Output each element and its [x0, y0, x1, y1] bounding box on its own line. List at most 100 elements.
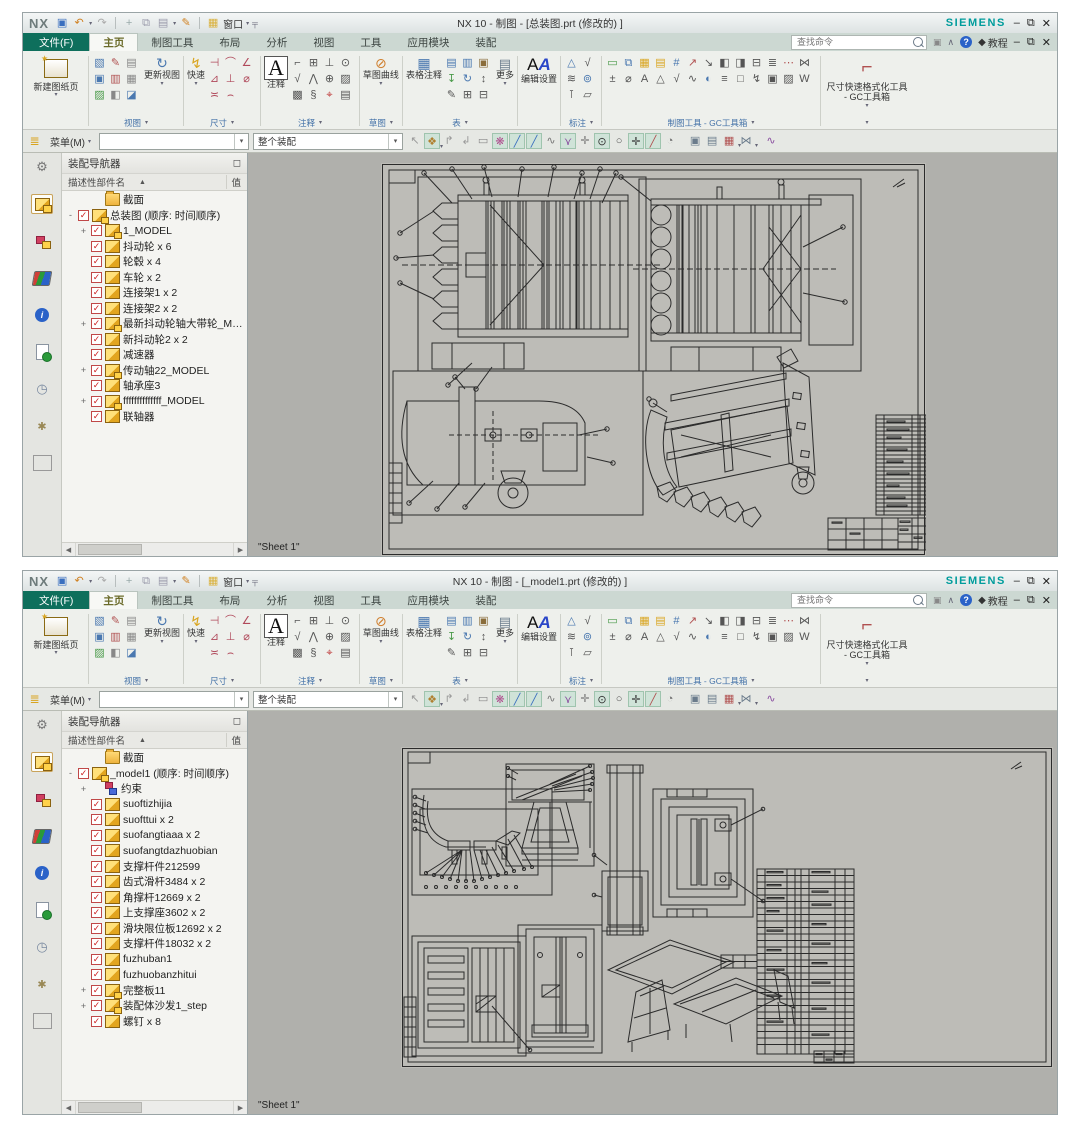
update-views-button[interactable]: ↻ 更新视图 ▾ [144, 611, 180, 645]
doc-restore-button[interactable]: ⧉ [1027, 36, 1035, 49]
graphics-window[interactable]: "Sheet 1" [248, 153, 1057, 556]
target-point-icon[interactable]: ⊕ [322, 72, 337, 87]
ribbon-tab[interactable]: 应用模块 [394, 33, 462, 51]
window-split-icon[interactable]: ⊟ [749, 614, 764, 629]
selection-filter-combo[interactable]: ▾ [99, 690, 250, 708]
angle-gc-icon[interactable]: △ [653, 630, 668, 645]
tree-checkbox[interactable]: ✓ [91, 891, 102, 903]
cell-settings-icon[interactable]: ▣ [476, 56, 491, 71]
parts-list-gc-icon[interactable]: ▤ [653, 614, 668, 629]
bom-export-icon[interactable]: ↘ [701, 56, 716, 71]
undo-icon[interactable]: ↶ [72, 17, 86, 29]
part-navigator-icon[interactable] [31, 826, 53, 846]
drawing-sheet[interactable] [381, 163, 926, 556]
tree-row[interactable]: + ✓ 最新抖动轮轴大带轮_MOD... [62, 316, 247, 333]
hole-dimension-icon[interactable]: ⌀ [239, 72, 254, 87]
restore-button[interactable]: ⧉ [1027, 17, 1035, 30]
snap-settings-icon[interactable]: ❖ [424, 691, 443, 713]
tree-row[interactable]: ✓ suofangtdazhuobian [62, 843, 247, 859]
tolerance-icon[interactable]: ± [605, 630, 620, 645]
split-cells-icon[interactable]: ⊟ [476, 88, 491, 103]
move-back-icon[interactable]: ↲ [458, 691, 474, 707]
centerline-icon[interactable]: ⌖ [322, 646, 337, 661]
edit-text-icon[interactable]: ✎ [444, 646, 459, 661]
electric-symbol-icon[interactable]: ↯ [749, 630, 764, 645]
chamfer-dimension-icon[interactable]: ⊿ [207, 630, 222, 645]
replace-template-icon[interactable]: ⧉ [621, 56, 636, 71]
tree-row[interactable]: ✓ suoftizhijia [62, 797, 247, 813]
arc-length-dimension-icon[interactable]: ⌢ [223, 88, 238, 103]
datum-feature-icon[interactable]: ⊥ [322, 614, 337, 629]
ribbon-options-dropdown-icon[interactable]: ▾ [865, 119, 868, 126]
update-parts-list-icon[interactable]: ↻ [460, 72, 475, 87]
angular-dimension-icon[interactable]: ∠ [239, 56, 254, 71]
image-gc-icon[interactable]: ▣ [765, 630, 780, 645]
command-search[interactable] [790, 592, 927, 608]
tree-checkbox[interactable]: ✓ [91, 938, 102, 950]
tree-row[interactable]: + ✓ 1_MODEL [62, 223, 247, 240]
display-options-icon[interactable]: ▥ [108, 72, 123, 87]
undock-icon[interactable]: ◻ [233, 716, 241, 727]
redo-icon[interactable]: ↷ [95, 575, 109, 587]
note-button[interactable]: A 注释 [264, 53, 288, 90]
balloon-icon[interactable]: ⊙ [338, 56, 353, 71]
box-select-icon[interactable]: □ [733, 630, 748, 645]
view-boundary-icon[interactable]: ▣ [92, 630, 107, 645]
circle-snap-icon[interactable]: ○ [611, 133, 627, 149]
tree-row[interactable]: ✓ 角撑杆12669 x 2 [62, 890, 247, 906]
vertex-snap-icon[interactable]: ⋎ [560, 133, 577, 149]
angular-dimension-icon[interactable]: ∠ [239, 614, 254, 629]
area-fill-icon[interactable]: ▩ [290, 88, 305, 103]
title-block-icon[interactable]: ▦ [637, 614, 652, 629]
center-snap-icon[interactable]: ⊙ [594, 691, 611, 707]
weld-symbol-icon[interactable]: ⋀ [306, 72, 321, 87]
tree-checkbox[interactable]: ✓ [91, 364, 102, 376]
file-tab[interactable]: 文件(F) [23, 33, 90, 51]
roughness-gc-icon[interactable]: √ [669, 72, 684, 87]
roughness-gc-icon[interactable]: √ [669, 630, 684, 645]
plus-snap-icon[interactable]: ✛ [628, 133, 645, 149]
move-forward-icon[interactable]: ↱ [441, 691, 457, 707]
roles-icon[interactable]: ✱ [31, 416, 53, 436]
window-dropdown-icon[interactable]: ▾ [246, 20, 249, 27]
merge-cells-icon[interactable]: ⊞ [460, 646, 475, 661]
centerline-icon[interactable]: ⌖ [322, 88, 337, 103]
tree-checkbox[interactable]: ✓ [91, 256, 102, 268]
chamfer-dimension-icon[interactable]: ⊿ [207, 72, 222, 87]
tree-hscrollbar[interactable]: ◀ ▶ [62, 542, 247, 556]
undock-icon[interactable]: ◻ [233, 158, 241, 169]
image-note-icon[interactable]: ▤ [338, 646, 353, 661]
ribbon-tab[interactable]: 主页 [89, 591, 139, 609]
film-icon[interactable]: ▦ [124, 72, 139, 87]
snap-point-toggle-icon[interactable]: ❋ [492, 133, 509, 149]
tree-row[interactable]: - ✓ _model1 (顺序: 时间顺序) [62, 766, 247, 782]
part-navigator-icon[interactable] [31, 268, 53, 288]
tree-row[interactable]: ✓ 支撑杆件212599 [62, 859, 247, 875]
ribbon-tab[interactable]: 布局 [206, 33, 253, 51]
search-icon[interactable] [912, 595, 923, 605]
stamp-icon[interactable]: ▱ [580, 88, 595, 103]
fit-tolerance-icon[interactable]: ⌀ [621, 72, 636, 87]
hatch-gc-icon[interactable]: ▨ [781, 72, 796, 87]
save-icon[interactable]: ▣ [55, 575, 69, 587]
new-sheet-button[interactable]: 新建图纸页▾ [27, 53, 85, 99]
sphere-view-icon[interactable]: ◐ [701, 630, 716, 645]
sort-table-icon[interactable]: ↕ [476, 630, 491, 645]
clock-icon[interactable]: ◷ [31, 379, 53, 399]
command-search[interactable] [790, 34, 927, 50]
format-painter-icon[interactable]: ✎ [179, 17, 193, 29]
tree-row[interactable]: ✓ 截面 [62, 191, 247, 208]
tree-row[interactable]: ✓ 齿式滑杆3484 x 2 [62, 874, 247, 890]
gc-group-dropdown-icon[interactable]: ▾ [751, 677, 754, 684]
table-group-dropdown-icon[interactable]: ▾ [465, 677, 468, 684]
search-input[interactable] [794, 36, 913, 48]
window-dropdown-icon[interactable]: ▾ [246, 578, 249, 585]
hole-dimension-icon[interactable]: ⌀ [239, 630, 254, 645]
ribbon-tab[interactable]: 装配 [462, 33, 509, 51]
close-button[interactable]: ✕ [1042, 17, 1051, 30]
sketch-curve-button[interactable]: ⊘ 草图曲线 ▾ [363, 53, 399, 87]
help-icon[interactable]: ? [960, 594, 973, 606]
move-forward-icon[interactable]: ↱ [441, 133, 457, 149]
tree-expander-icon[interactable]: + [79, 784, 88, 794]
callout-group-dropdown-icon[interactable]: ▾ [590, 119, 593, 126]
